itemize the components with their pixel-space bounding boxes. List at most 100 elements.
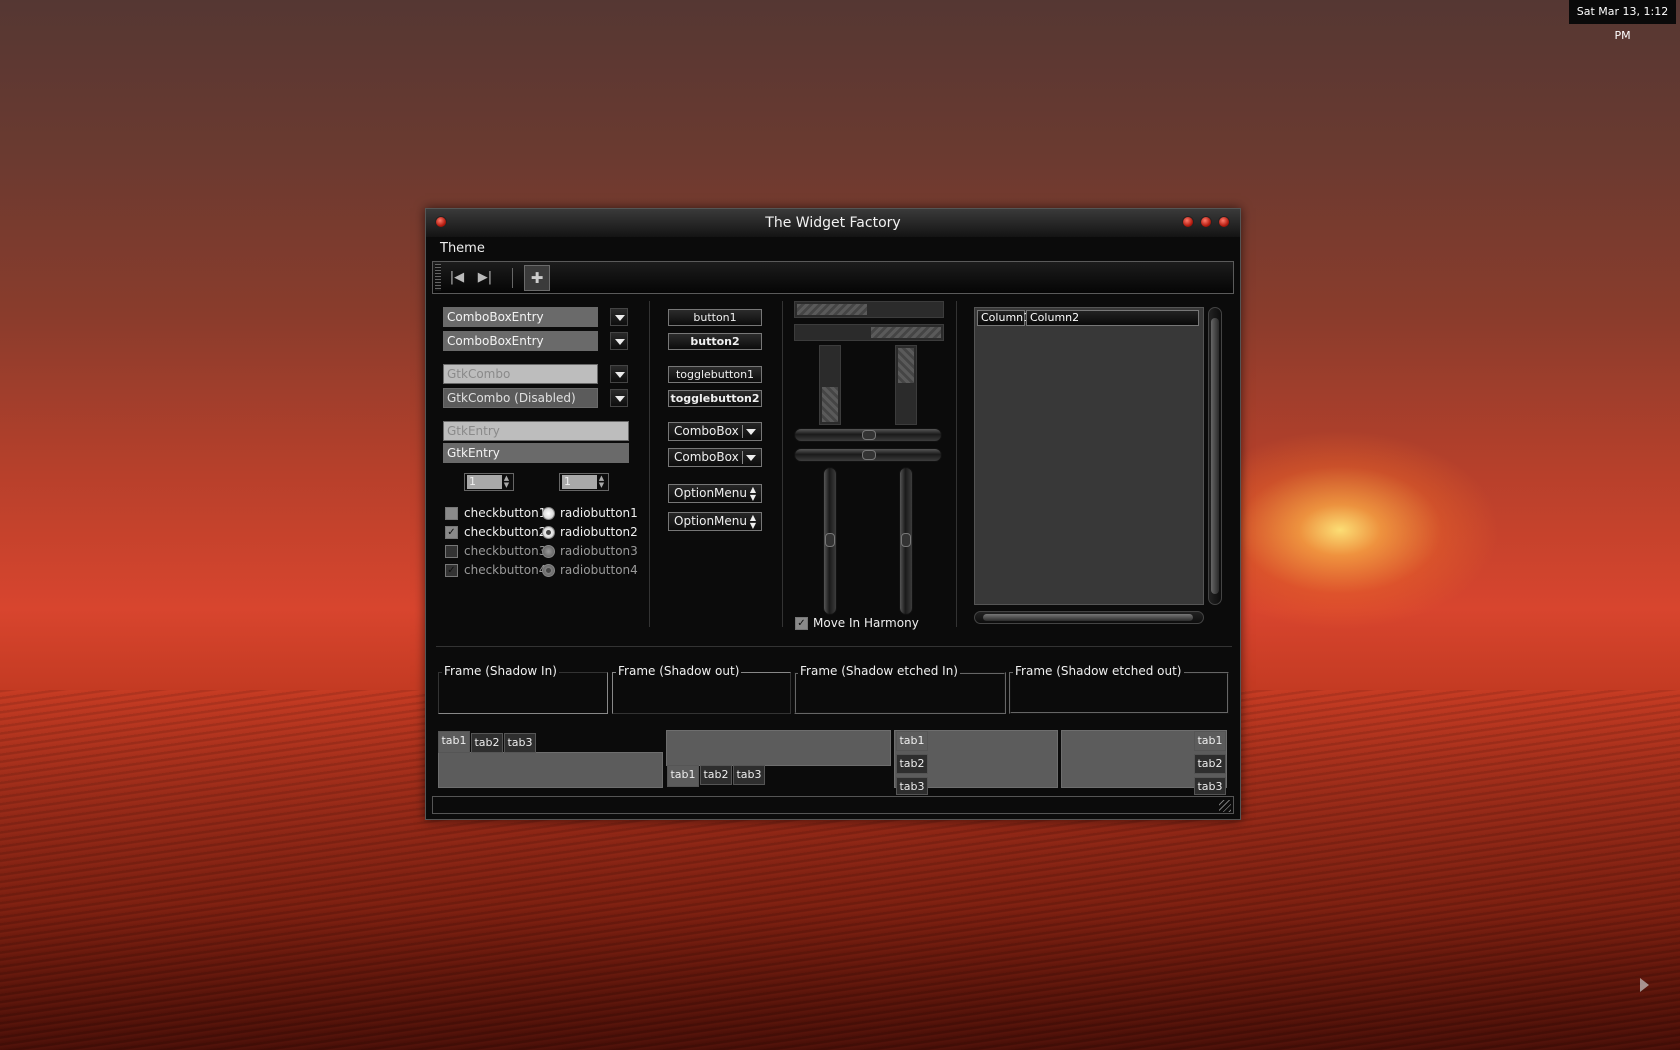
toggle-button-1[interactable]: togglebutton1 <box>668 366 762 383</box>
notebook-bottom-tab-3[interactable]: tab3 <box>733 765 765 785</box>
scroll-thumb[interactable] <box>1211 318 1219 594</box>
radiobutton-2-circle[interactable] <box>542 526 555 539</box>
radiobutton-3-circle <box>542 545 555 558</box>
notebook-right-tab-1[interactable]: tab1 <box>1194 731 1226 751</box>
progress-fill <box>797 304 867 315</box>
spin-arrows-icon[interactable]: ▲ ▼ <box>502 475 511 489</box>
checkbutton-1-label[interactable]: checkbutton1 <box>464 506 546 520</box>
button-1[interactable]: button1 <box>668 309 762 326</box>
desktop-arrow-icon[interactable] <box>1640 978 1649 992</box>
minimize-button[interactable] <box>1182 216 1194 228</box>
notebook-bottom-tab-1[interactable]: tab1 <box>667 765 699 787</box>
checkbutton-4-box: ✓ <box>445 564 458 577</box>
notebook-top-page <box>438 752 663 788</box>
toolbar-separator <box>512 268 513 288</box>
toolbar: |◀ ▶| ✚ <box>432 261 1234 294</box>
spin-arrows-icon[interactable]: ▲ ▼ <box>597 475 606 489</box>
checkbutton-2-box[interactable]: ✓ <box>445 526 458 539</box>
notebook-left-tab-1[interactable]: tab1 <box>896 731 928 751</box>
gtk-combo-arrow[interactable] <box>610 365 628 383</box>
progress-bar-v1 <box>819 345 841 425</box>
plus-icon[interactable]: ✚ <box>524 265 550 291</box>
column-separator <box>956 301 957 627</box>
combobox-1-label: ComboBox <box>674 424 739 438</box>
scale-knob[interactable] <box>901 533 911 547</box>
notebook-right-tab-2[interactable]: tab2 <box>1194 754 1226 774</box>
toggle-button-2[interactable]: togglebutton2 <box>668 390 762 407</box>
spin-button-1[interactable]: 1 ▲ ▼ <box>464 473 514 491</box>
menu-theme[interactable]: Theme <box>440 241 485 256</box>
frame-title: Frame (Shadow In) <box>442 664 559 678</box>
scale-knob[interactable] <box>825 533 835 547</box>
progress-bar-h2 <box>794 324 944 341</box>
hscale-1[interactable] <box>794 428 942 442</box>
notebook-bottom-tab-2[interactable]: tab2 <box>700 765 732 785</box>
checkbutton-2-label[interactable]: checkbutton2 <box>464 525 546 539</box>
radiobutton-1-circle[interactable] <box>542 507 555 520</box>
move-in-harmony-label[interactable]: Move In Harmony <box>813 616 919 630</box>
close-button[interactable] <box>1218 216 1230 228</box>
scroll-thumb[interactable] <box>983 614 1193 621</box>
notebook-left-tab-2[interactable]: tab2 <box>896 754 928 774</box>
checkbutton-3-label: checkbutton3 <box>464 544 547 558</box>
toolbar-grip[interactable] <box>435 264 441 291</box>
scale-knob[interactable] <box>862 430 876 440</box>
resize-grip-icon[interactable] <box>1219 800 1231 812</box>
notebook-top-tab-2[interactable]: tab2 <box>471 733 503 753</box>
notebook-top-tab-1[interactable]: tab1 <box>438 731 470 753</box>
tree-view[interactable]: Column1 Column2 <box>974 307 1204 605</box>
combobox-entry-2[interactable]: ComboBoxEntry <box>443 331 598 351</box>
spin-button-2[interactable]: 1 ▲ ▼ <box>559 473 609 491</box>
panel-clock[interactable]: Sat Mar 13, 1:12 PM <box>1569 0 1676 42</box>
column-header-1[interactable]: Column1 <box>977 310 1030 326</box>
frame-shadow-out: Frame (Shadow out) <box>612 664 791 714</box>
move-in-harmony-box[interactable]: ✓ <box>795 617 808 630</box>
notebook-right-tab-3[interactable]: tab3 <box>1194 777 1226 795</box>
radiobutton-4-circle <box>542 564 555 577</box>
notebook-left-tab-3[interactable]: tab3 <box>896 777 928 795</box>
checkbutton-1-box[interactable] <box>445 507 458 520</box>
option-menu-1-label: OptionMenu <box>674 486 747 500</box>
column-header-2[interactable]: Column2 <box>1026 310 1199 326</box>
chevron-down-icon <box>746 429 756 435</box>
frame-border <box>1009 672 1229 714</box>
combobox-1[interactable]: ComboBox <box>668 422 762 441</box>
scale-knob[interactable] <box>862 450 876 460</box>
horizontal-scrollbar[interactable] <box>974 611 1204 624</box>
progress-bar-h1 <box>794 301 944 318</box>
radiobutton-1-label[interactable]: radiobutton1 <box>560 506 638 520</box>
combobox-entry-1-arrow[interactable] <box>610 308 628 326</box>
column-separator <box>782 301 783 627</box>
option-menu-2-label: OptionMenu <box>674 514 747 528</box>
skip-forward-icon[interactable]: ▶| <box>473 267 497 289</box>
spin-button-1-value[interactable]: 1 <box>467 475 502 489</box>
option-menu-2[interactable]: OptionMenu ▲ ▼ <box>668 512 762 531</box>
title-bar[interactable]: The Widget Factory <box>426 209 1240 237</box>
checkbutton-4-label: checkbutton4 <box>464 563 547 577</box>
spin-button-2-value[interactable]: 1 <box>562 475 597 489</box>
radiobutton-3-label: radiobutton3 <box>560 544 638 558</box>
vscale-1[interactable] <box>823 467 837 615</box>
combobox-entry-1[interactable]: ComboBoxEntry <box>443 307 598 327</box>
gtk-combo-disabled: GtkCombo (Disabled) <box>443 388 598 408</box>
combobox-entry-2-arrow[interactable] <box>610 332 628 350</box>
gtk-combo[interactable]: GtkCombo <box>443 364 598 384</box>
checkbutton-3-box <box>445 545 458 558</box>
frame-title: Frame (Shadow out) <box>616 664 742 678</box>
hscale-2[interactable] <box>794 448 942 462</box>
gtk-entry-2[interactable]: GtkEntry <box>443 443 629 463</box>
notebook-top-tab-3[interactable]: tab3 <box>504 733 536 753</box>
radiobutton-2-label[interactable]: radiobutton2 <box>560 525 638 539</box>
option-menu-1[interactable]: OptionMenu ▲ ▼ <box>668 484 762 503</box>
gtk-entry-1[interactable]: GtkEntry <box>443 421 629 441</box>
skip-back-icon[interactable]: |◀ <box>445 267 469 289</box>
combobox-2[interactable]: ComboBox <box>668 448 762 467</box>
vscale-2[interactable] <box>899 467 913 615</box>
vertical-scrollbar[interactable] <box>1208 307 1222 605</box>
frame-border <box>438 672 608 714</box>
section-separator <box>436 646 1232 647</box>
button-2[interactable]: button2 <box>668 333 762 350</box>
maximize-button[interactable] <box>1200 216 1212 228</box>
progress-fill <box>822 387 838 422</box>
frame-title: Frame (Shadow etched out) <box>1013 664 1184 678</box>
